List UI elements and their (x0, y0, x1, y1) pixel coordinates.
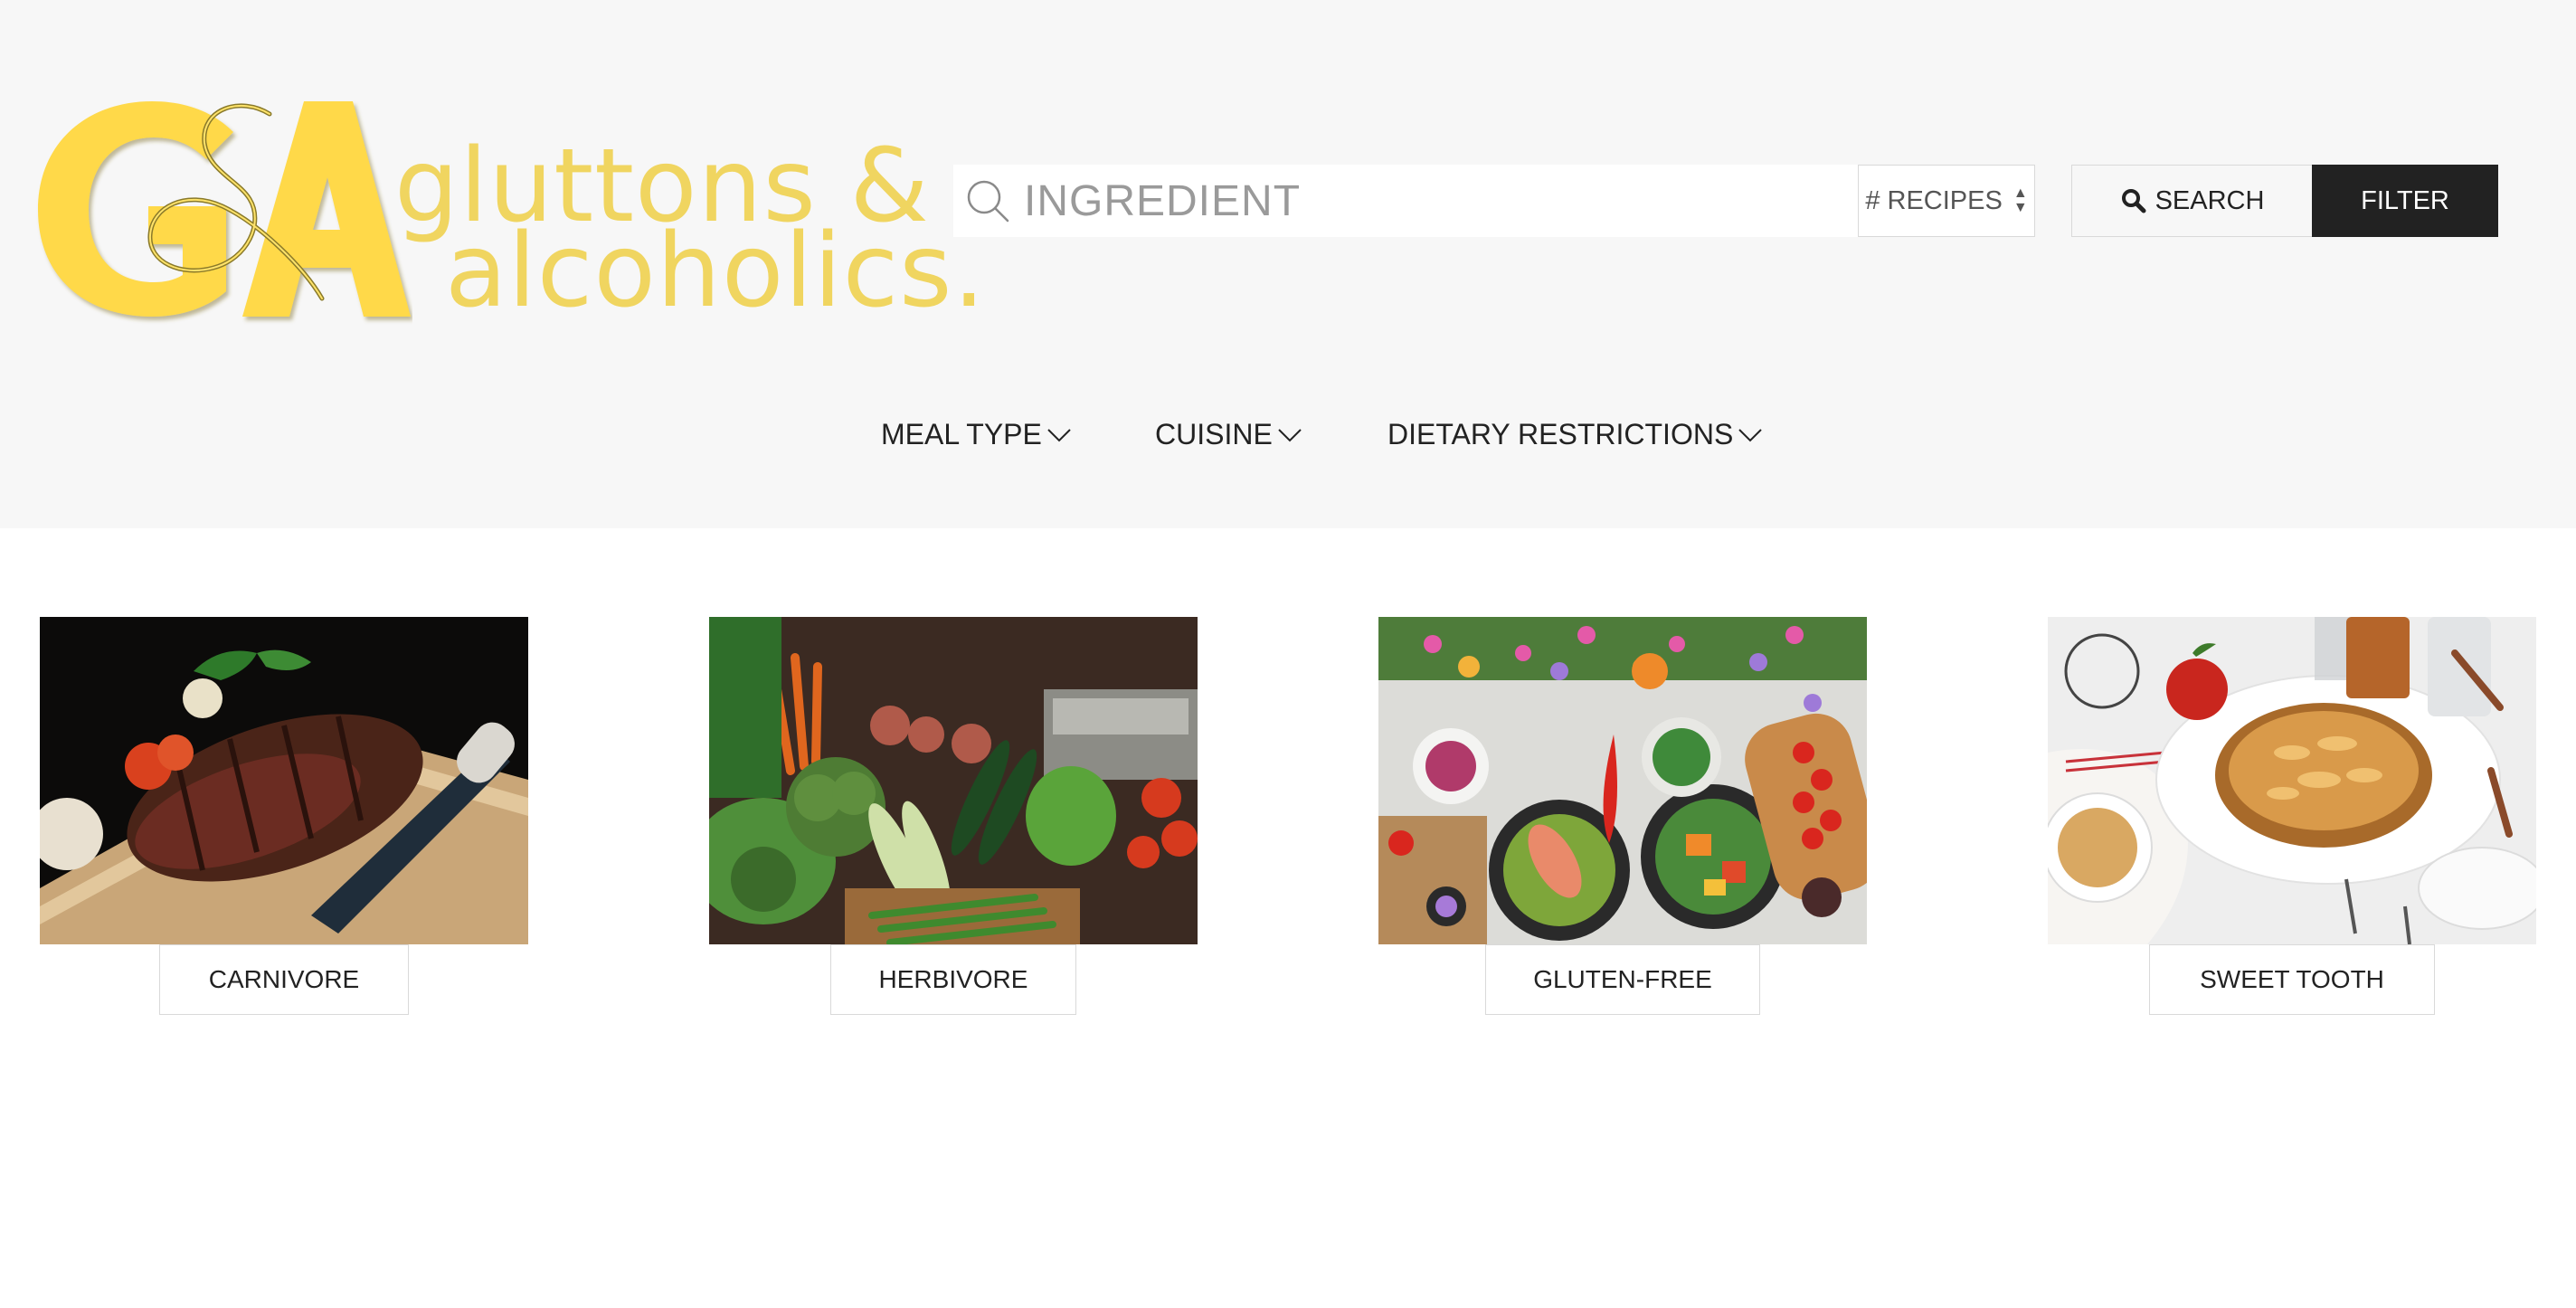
filter-button[interactable]: FILTER (2312, 165, 2498, 237)
search-button[interactable]: SEARCH (2071, 165, 2314, 237)
salad-table-photo[interactable] (1378, 617, 1867, 944)
chevron-down-icon (1047, 428, 1071, 441)
filter-button-label: FILTER (2361, 185, 2449, 215)
category-card-sweet-tooth[interactable]: SWEET TOOTH (2048, 617, 2536, 1017)
brand-logo[interactable]: gluttons & alcoholics. (33, 90, 985, 326)
category-nav: MEAL TYPE CUISINE DIETARY RESTRICTIONS (0, 418, 2576, 458)
nav-cuisine-dropdown[interactable]: CUISINE (1155, 418, 1302, 451)
vegetables-photo[interactable] (709, 617, 1198, 944)
category-button-carnivore[interactable]: CARNIVORE (159, 944, 409, 1015)
category-card-gluten-free[interactable]: GLUTEN-FREE (1378, 617, 1867, 1017)
nav-item-label: MEAL TYPE (881, 418, 1042, 450)
category-label: GLUTEN-FREE (1533, 965, 1712, 993)
apple-pie-photo[interactable] (2048, 617, 2536, 944)
category-label: CARNIVORE (208, 965, 360, 993)
nav-item-label: CUISINE (1155, 418, 1273, 450)
search-button-label: SEARCH (2155, 185, 2265, 215)
category-button-gluten-free[interactable]: GLUTEN-FREE (1485, 944, 1760, 1015)
nav-item-label: DIETARY RESTRICTIONS (1387, 418, 1734, 450)
category-label: SWEET TOOTH (2200, 965, 2384, 993)
ga-monogram-logo (38, 101, 411, 317)
search-icon (2121, 189, 2146, 213)
ingredient-search-box[interactable] (953, 165, 1858, 237)
select-arrows-icon: ▲ ▼ (2012, 185, 2028, 215)
category-label: HERBIVORE (878, 965, 1028, 993)
chevron-down-icon (1738, 428, 1762, 441)
ingredient-search-input[interactable] (1024, 165, 1838, 237)
nav-meal-type-dropdown[interactable]: MEAL TYPE (881, 418, 1071, 451)
search-icon (967, 180, 1009, 223)
category-button-sweet-tooth[interactable]: SWEET TOOTH (2149, 944, 2435, 1015)
category-button-herbivore[interactable]: HERBIVORE (830, 944, 1076, 1015)
site-header: gluttons & alcoholics. # RECIPES ▲▼ SEAR… (0, 0, 2576, 528)
category-card-herbivore[interactable]: HERBIVORE (709, 617, 1198, 1017)
steak-photo[interactable] (40, 617, 528, 944)
nav-dietary-restrictions-dropdown[interactable]: DIETARY RESTRICTIONS (1387, 418, 1762, 451)
chevron-down-icon (1278, 428, 1302, 441)
recipe-count-select[interactable]: # RECIPES ▲ ▼ (1858, 165, 2035, 237)
brand-name-line2: alcoholics. (445, 213, 987, 330)
recipe-count-select-label: # RECIPES (1865, 185, 2003, 215)
category-card-carnivore[interactable]: CARNIVORE (40, 617, 528, 1017)
